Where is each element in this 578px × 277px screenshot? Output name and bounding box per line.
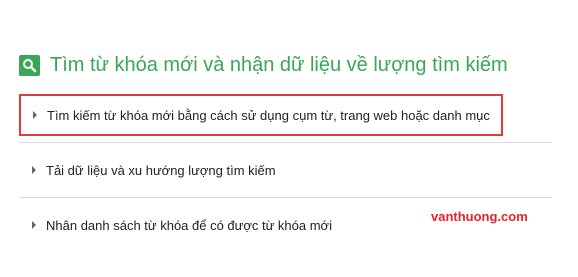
option-label: Nhân danh sách từ khóa để có được từ khó… — [46, 217, 332, 233]
watermark: vanthuong.com — [431, 209, 528, 224]
caret-right-icon — [33, 111, 37, 119]
option-search-volume-data[interactable]: Tải dữ liệu và xu hướng lượng tìm kiếm — [19, 150, 552, 190]
caret-right-icon — [32, 166, 36, 174]
option-label: Tìm kiếm từ khóa mới bằng cách sử dụng c… — [47, 107, 490, 123]
option-label: Tải dữ liệu và xu hướng lượng tìm kiếm — [46, 162, 276, 178]
section-header: Tìm từ khóa mới và nhận dữ liệu về lượng… — [19, 52, 508, 78]
page-title: Tìm từ khóa mới và nhận dữ liệu về lượng… — [50, 53, 508, 76]
caret-right-icon — [32, 221, 36, 229]
divider — [19, 197, 552, 198]
search-icon — [19, 54, 40, 76]
divider — [19, 142, 552, 143]
option-find-new-keywords[interactable]: Tìm kiếm từ khóa mới bằng cách sử dụng c… — [19, 94, 503, 136]
